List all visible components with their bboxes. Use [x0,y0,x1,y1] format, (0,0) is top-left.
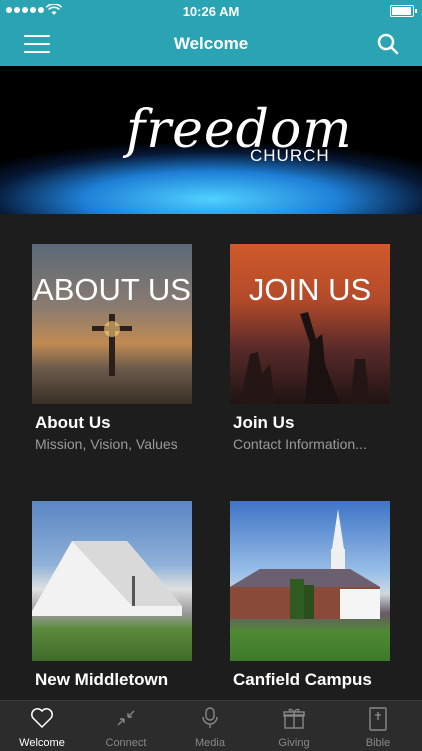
tab-bible[interactable]: Bible [336,701,420,751]
steeple-church-icon [230,509,380,619]
collapse-arrows-icon [117,710,135,726]
card-subtitle: Contact Information... [233,436,367,452]
church-banner: freedom CHURCH [0,66,422,214]
tab-label: Welcome [19,737,65,749]
tab-label: Connect [105,737,147,749]
card-canfield-campus[interactable]: Canfield Campus [230,501,390,693]
card-title: Canfield Campus [233,670,372,689]
tab-bar: Welcome Connect Media Giving Bible [0,700,422,751]
card-image [230,501,390,661]
search-icon[interactable] [376,32,400,56]
card-image [32,501,192,661]
card-overlay-text: ABOUT US [33,272,191,307]
status-time: 10:26 AM [182,4,240,19]
card-image: ABOUT US [32,244,192,404]
card-overlay-text: JOIN US [248,272,372,307]
tab-label: Giving [278,737,310,749]
raised-hands-icon [240,312,370,404]
tab-media[interactable]: Media [168,701,252,751]
card-title: About Us [35,413,111,432]
card-join-us[interactable]: JOIN US Join Us Contact Information... [230,244,390,452]
content-grid: ABOUT US About Us Mission, Vision, Value… [0,214,422,700]
tab-welcome[interactable]: Welcome [0,701,84,751]
heart-icon [31,708,53,729]
bible-icon [369,707,387,731]
battery-icon [390,5,417,17]
card-new-middletown[interactable]: New Middletown [32,501,192,693]
church-building-icon [32,541,182,616]
card-image: JOIN US [230,244,390,404]
page-title: Welcome [173,34,249,53]
microphone-icon [202,707,218,728]
card-title: Join Us [233,413,295,432]
logo-subtitle: CHURCH [250,146,330,165]
card-subtitle: Mission, Vision, Values [35,436,178,452]
tab-connect[interactable]: Connect [84,701,168,751]
card-about-us[interactable]: ABOUT US About Us Mission, Vision, Value… [32,244,192,452]
card-title: New Middletown [35,670,169,689]
nav-bar: Welcome [0,22,422,66]
tab-giving[interactable]: Giving [252,701,336,751]
tab-label: Media [195,737,225,749]
cross-icon [92,314,132,376]
tab-label: Bible [365,737,391,749]
status-bar: 10:26 AM [0,0,422,22]
gift-icon [283,708,305,729]
